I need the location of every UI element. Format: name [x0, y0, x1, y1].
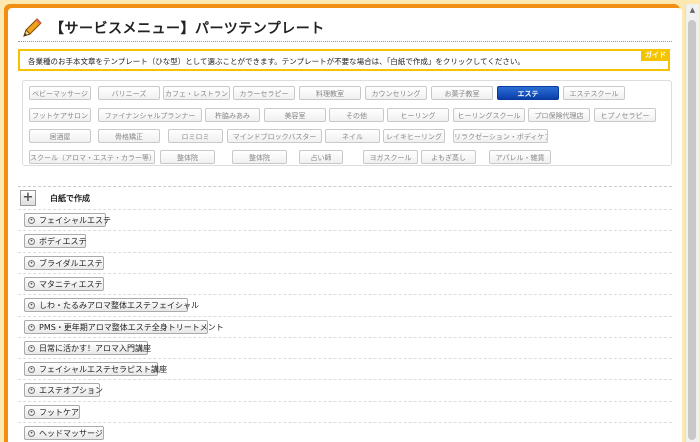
category-tab[interactable]: アパレル・雑貨	[489, 150, 551, 164]
template-item[interactable]: • フェイシャルエステセラピスト講座	[24, 362, 167, 377]
category-tab[interactable]: マインドブロックバスター	[227, 129, 322, 143]
pencil-icon	[23, 18, 42, 37]
category-box: ベビーマッサージ バリニーズ カフェ・レストラン カラーセラピー 料理教室 カウンセリング…	[22, 80, 672, 166]
category-tab[interactable]: ヒーリング	[387, 108, 449, 122]
template-label: 日常に活かす！アロマ入門講座	[39, 343, 151, 353]
notice-box: 各業種のお手本文章をテンプレート（ひな型）として選ぶことができます。テンプレート…	[18, 49, 670, 71]
template-label: ヘッドマッサージ	[39, 429, 103, 438]
radio-icon: •	[28, 323, 35, 331]
template-item[interactable]: • マタニティエステ	[24, 276, 104, 291]
template-divider	[18, 358, 672, 360]
radio-icon: •	[28, 344, 35, 352]
section-divider	[18, 186, 672, 187]
radio-icon: •	[28, 217, 35, 224]
template-divider	[18, 336, 672, 338]
template-label: フェイシャルエステ	[39, 216, 111, 225]
template-divider	[18, 294, 672, 296]
template-item[interactable]: • フットケア	[24, 404, 80, 419]
category-tab[interactable]: スクール（アロマ・エステ・カラー等）	[29, 150, 155, 164]
category-tab[interactable]: リラクゼーション・ボディケア	[453, 129, 548, 143]
template-item[interactable]: • ボディエステ	[24, 234, 87, 249]
category-tab[interactable]: ヒプノセラピー	[594, 108, 656, 122]
template-divider	[18, 422, 672, 423]
template-divider	[18, 272, 672, 274]
category-tab[interactable]: 占い師	[299, 150, 343, 164]
template-label: ボディエステ	[39, 237, 87, 247]
radio-icon: •	[28, 387, 35, 395]
template-divider	[18, 251, 672, 253]
scrollbar-thumb[interactable]	[688, 20, 696, 440]
template-label: しわ・たるみアロマ整体エステフェイシャル	[39, 301, 199, 311]
scroll-up-arrow-icon[interactable]: ▲	[686, 4, 699, 17]
category-tab[interactable]: ファイナンシャルプランナー	[98, 108, 202, 122]
category-tab[interactable]: ヒーリングスクール	[453, 108, 525, 122]
template-item[interactable]: • フェイシャルエステ	[24, 213, 111, 227]
category-tab[interactable]: エステスクール	[563, 86, 625, 100]
radio-icon: •	[28, 366, 35, 374]
category-tab[interactable]: ネイル	[325, 129, 380, 143]
category-tab[interactable]: 居酒屋	[29, 129, 91, 143]
template-item[interactable]: • しわ・たるみアロマ整体エステフェイシャル	[24, 298, 199, 313]
category-tab[interactable]: ロミロミ	[168, 129, 223, 143]
template-label: フェイシャルエステセラピスト講座	[39, 365, 167, 375]
category-tab[interactable]: ヨガスクール	[363, 150, 418, 164]
template-divider	[18, 400, 672, 402]
category-tab[interactable]: 整体院	[232, 150, 287, 164]
category-tab[interactable]: プロ保険代理店	[528, 108, 590, 122]
plus-icon[interactable]: +	[20, 190, 36, 206]
guide-button[interactable]: ガイド	[641, 49, 670, 61]
category-tab[interactable]: カウンセリング	[365, 86, 427, 100]
category-tab[interactable]: 骨格矯正	[98, 129, 160, 143]
template-divider	[18, 230, 672, 232]
category-tab[interactable]: 美容室	[264, 108, 326, 122]
category-tab[interactable]: レイキヒーリング	[383, 129, 445, 143]
template-label: ブライダルエステ	[39, 258, 103, 268]
category-tab[interactable]: バリニーズ	[98, 86, 160, 100]
template-item[interactable]: • ブライダルエステ	[24, 255, 104, 270]
radio-icon: •	[28, 280, 35, 288]
category-tab[interactable]: よもぎ蒸し	[421, 150, 476, 164]
category-tab[interactable]: カフェ・レストラン	[163, 86, 230, 100]
category-tab[interactable]: エステ	[497, 86, 559, 100]
page-title: 【サービスメニュー】パーツテンプレート	[50, 21, 325, 37]
scrollbar[interactable]: ▲	[685, 4, 699, 442]
category-tab[interactable]: お菓子教室	[431, 86, 493, 100]
notice-text: 各業種のお手本文章をテンプレート（ひな型）として選ぶことができます。テンプレート…	[28, 57, 525, 66]
category-tab[interactable]: フットケアサロン	[29, 108, 91, 122]
radio-icon: •	[28, 302, 35, 310]
template-divider	[18, 379, 672, 381]
template-item[interactable]: • 日常に活かす！アロマ入門講座	[24, 340, 151, 355]
template-label: マタニティエステ	[39, 279, 103, 289]
radio-icon: •	[28, 238, 35, 246]
category-tab[interactable]: その他	[329, 108, 384, 122]
template-item[interactable]: • PMS・更年期アロマ整体エステ全身トリートメント	[24, 319, 224, 334]
title-divider	[18, 41, 672, 42]
template-label: エステオプション	[39, 386, 103, 396]
template-item[interactable]: • エステオプション	[24, 383, 103, 398]
category-tab[interactable]: カラーセラピー	[233, 86, 295, 100]
template-item[interactable]: • ヘッドマッサージ	[24, 426, 104, 440]
category-tab[interactable]: 杵脇みあみ	[205, 108, 260, 122]
blank-create-label[interactable]: 白紙で作成	[50, 193, 90, 204]
category-tab[interactable]: 料理教室	[299, 86, 361, 100]
radio-icon: •	[28, 259, 35, 267]
template-label: PMS・更年期アロマ整体エステ全身トリートメント	[39, 322, 224, 332]
radio-icon: •	[28, 408, 35, 416]
template-label: フットケア	[39, 407, 79, 417]
category-tab[interactable]: ベビーマッサージ	[29, 86, 91, 100]
content-panel: 【サービスメニュー】パーツテンプレート 各業種のお手本文章をテンプレート（ひな型…	[8, 8, 682, 442]
category-tab[interactable]: 整体院	[160, 150, 215, 164]
radio-icon: •	[28, 430, 35, 437]
title-row: 【サービスメニュー】パーツテンプレート	[20, 14, 670, 42]
template-divider	[18, 315, 672, 317]
template-divider	[18, 209, 672, 210]
